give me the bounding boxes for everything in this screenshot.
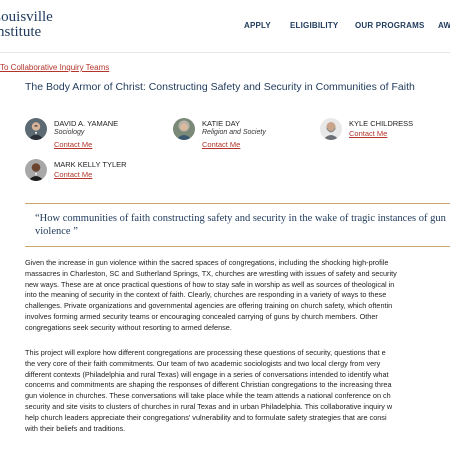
- contact-me-link[interactable]: Contact Me: [202, 140, 240, 149]
- main-nav: APPLY ELIGIBILITY OUR PROGRAMS AW: [0, 21, 450, 33]
- nav-awards[interactable]: AW: [438, 21, 450, 30]
- member-name: KATIE DAY: [202, 119, 241, 128]
- member-role: Religion and Society: [202, 129, 266, 136]
- header-divider: [0, 52, 450, 53]
- member-name: DAVID A. YAMANE: [54, 119, 119, 128]
- nav-our-programs[interactable]: OUR PROGRAMS: [355, 21, 425, 30]
- contact-me-link[interactable]: Contact Me: [54, 170, 92, 179]
- member-role: Sociology: [54, 129, 85, 136]
- page-title: The Body Armor of Christ: Constructing S…: [25, 81, 415, 93]
- avatar: [25, 118, 47, 140]
- back-to-collaborative-inquiry-teams-link[interactable]: To Collaborative Inquiry Teams: [0, 63, 109, 72]
- avatar: [25, 159, 47, 181]
- contact-me-link[interactable]: Contact Me: [349, 129, 387, 138]
- project-description-paragraph-1: Given the increase in gun violence withi…: [25, 258, 397, 332]
- avatar: [173, 118, 195, 140]
- nav-apply[interactable]: APPLY: [244, 21, 271, 30]
- member-name: KYLE CHILDRESS: [349, 119, 414, 128]
- member-name: MARK KELLY TYLER: [54, 160, 127, 169]
- nav-eligibility[interactable]: ELIGIBILITY: [290, 21, 338, 30]
- contact-me-link[interactable]: Contact Me: [54, 140, 92, 149]
- pull-quote: “How communities of faith constructing s…: [35, 213, 446, 237]
- pull-quote-box: “How communities of faith constructing s…: [25, 203, 450, 247]
- avatar: [320, 118, 342, 140]
- project-description-paragraph-2: This project will explore how different …: [25, 348, 393, 433]
